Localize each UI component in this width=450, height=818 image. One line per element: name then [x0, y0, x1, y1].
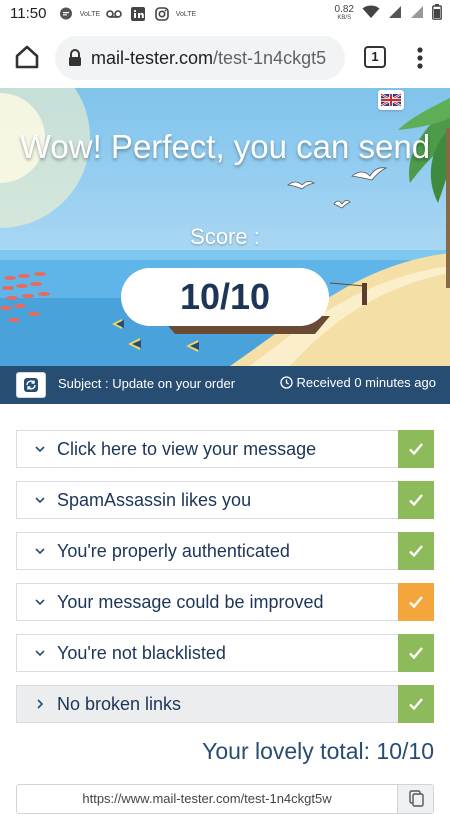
signal-icon: [388, 5, 402, 22]
copy-button[interactable]: [397, 785, 433, 813]
result-label: No broken links: [57, 694, 182, 714]
overflow-menu-button[interactable]: [412, 44, 428, 72]
home-icon: [15, 45, 39, 69]
check-ok-icon: [398, 532, 434, 570]
received-time: Received 0 minutes ago: [279, 375, 436, 390]
check-warning-icon: [398, 583, 434, 621]
linkedin-icon: [130, 6, 146, 22]
result-label: You're not blacklisted: [57, 643, 226, 663]
uk-flag-icon[interactable]: [378, 90, 404, 110]
browser-toolbar: mail-tester.com/test-1n4ckgt5 1: [0, 28, 450, 88]
tab-switcher-button[interactable]: 1: [364, 46, 386, 68]
result-headline: Wow! Perfect, you can send: [19, 128, 431, 165]
score-value: 10/10: [121, 268, 329, 326]
result-row[interactable]: SpamAssassin likes you: [16, 481, 434, 519]
notification-icons: VoLTE VoLTE: [58, 6, 197, 22]
chevron-down-icon: [35, 650, 45, 657]
wifi-icon: [362, 5, 380, 22]
chat-bubble-icon: [58, 6, 74, 22]
test-results-list: Click here to view your message SpamAssas…: [16, 430, 434, 736]
instagram-icon: [154, 6, 170, 22]
permalink-url: https://www.mail-tester.com/test-1n4ckgt…: [82, 791, 332, 806]
url-text: mail-tester.com/test-1n4ckgt5: [91, 48, 326, 69]
subject-bar: Subject : Update on your order Received …: [0, 366, 450, 404]
refresh-icon: [24, 378, 38, 392]
volte-icon: VoLTE: [79, 10, 101, 18]
chevron-down-icon: [35, 497, 45, 504]
chevron-down-icon: [35, 599, 45, 606]
clock: 11:50: [10, 5, 47, 22]
clock-icon: [279, 376, 293, 389]
result-row[interactable]: No broken links: [16, 685, 434, 723]
score-banner: Wow! Perfect, you can send Score : 10/10: [0, 88, 450, 366]
system-icons: 0.82 KB/S: [335, 4, 442, 23]
lock-icon: [67, 49, 83, 67]
signal-icon: [410, 5, 424, 22]
total-score: Your lovely total: 10/10: [202, 738, 434, 764]
voicemail-icon: [106, 6, 122, 22]
result-row[interactable]: Your message could be improved: [16, 583, 434, 621]
address-bar[interactable]: mail-tester.com/test-1n4ckgt5: [55, 36, 345, 80]
result-row[interactable]: You're not blacklisted: [16, 634, 434, 672]
score-label: Score :: [190, 224, 260, 249]
kebab-menu-icon: [417, 47, 423, 69]
check-ok-icon: [398, 430, 434, 468]
chevron-down-icon: [35, 446, 45, 453]
chevron-down-icon: [35, 548, 45, 555]
url-path: /test-1n4ckgt5: [213, 48, 327, 68]
email-subject: Subject : Update on your order: [58, 376, 236, 391]
result-row[interactable]: Click here to view your message: [16, 430, 434, 468]
result-label: Your message could be improved: [57, 592, 324, 612]
result-label: Click here to view your message: [57, 439, 317, 459]
battery-icon: [432, 4, 442, 23]
refresh-button[interactable]: [16, 372, 46, 398]
result-row[interactable]: You're properly authenticated: [16, 532, 434, 570]
permalink-field[interactable]: https://www.mail-tester.com/test-1n4ckgt…: [16, 784, 434, 814]
copy-icon: [409, 790, 424, 807]
received-text: Received 0 minutes ago: [296, 375, 436, 390]
chevron-right-icon: [37, 699, 44, 709]
result-label: SpamAssassin likes you: [57, 490, 252, 510]
url-domain: mail-tester.com: [91, 48, 214, 68]
check-ok-icon: [398, 685, 434, 723]
home-button[interactable]: [12, 42, 42, 72]
check-ok-icon: [398, 481, 434, 519]
status-bar: 11:50 VoLTE VoLTE 0.82 KB/S: [0, 0, 450, 28]
result-label: You're properly authenticated: [57, 541, 290, 561]
check-ok-icon: [398, 634, 434, 672]
network-speed: 0.82 KB/S: [334, 3, 354, 21]
volte-icon: VoLTE: [175, 10, 197, 18]
